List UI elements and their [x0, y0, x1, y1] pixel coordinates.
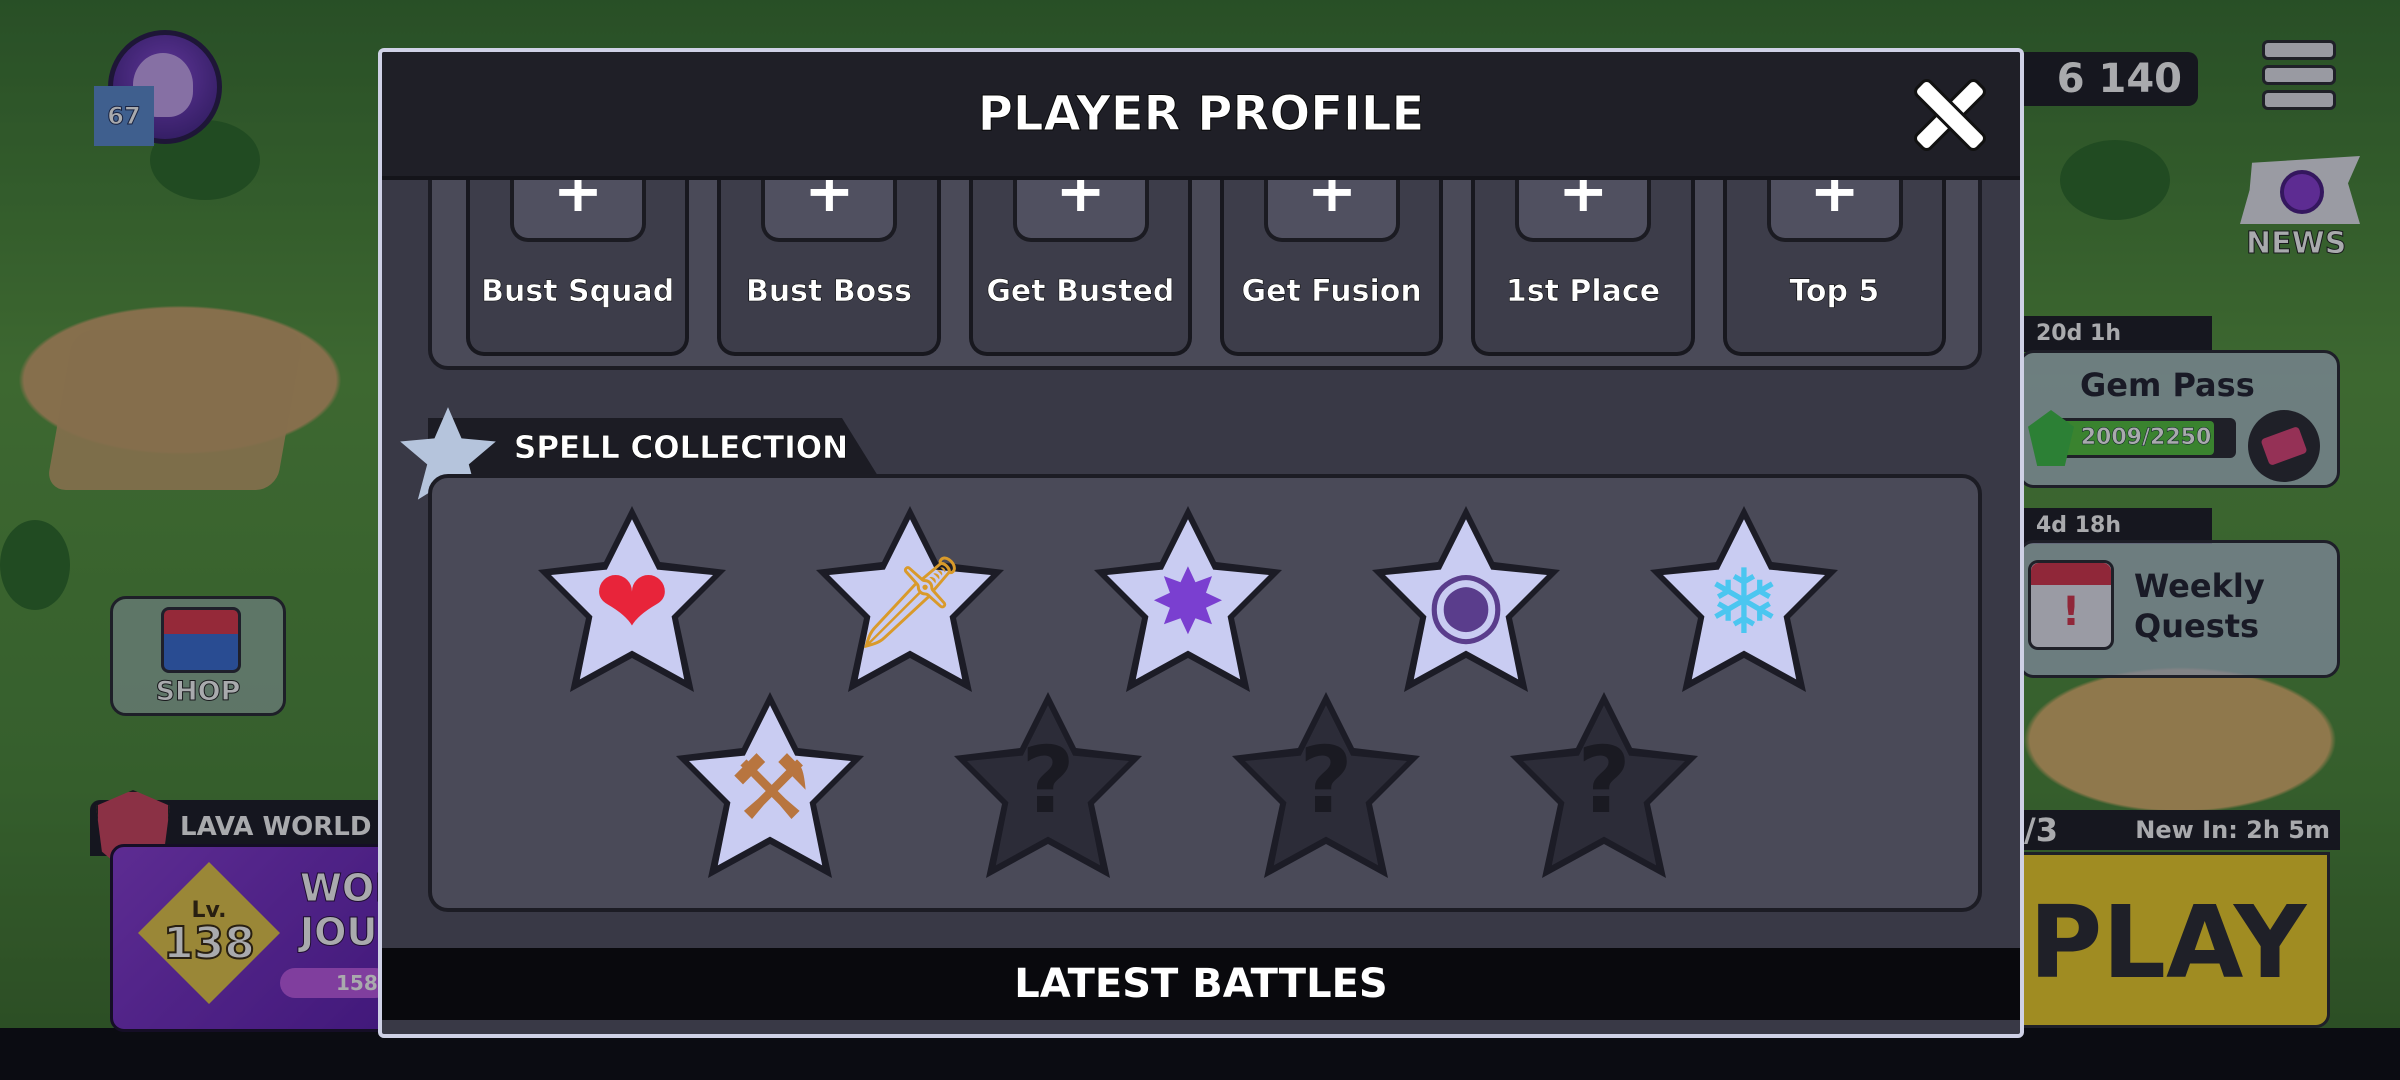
achievement-label: Get Fusion [1241, 274, 1422, 310]
achievement-label: Bust Squad [481, 274, 675, 310]
achievement-slot[interactable]: + Bust Squad [466, 156, 690, 356]
locked-spell-slot[interactable]: ? [1226, 688, 1426, 888]
achievement-label: Get Busted [986, 274, 1175, 310]
locked-spell-slot[interactable]: ? [948, 688, 1148, 888]
spell-collection-title: SPELL COLLECTION [514, 430, 849, 467]
achievement-label: Top 5 [1789, 274, 1880, 310]
achievements-row: + Bust Squad + Bust Boss + Get Busted + Get Fus… [466, 156, 1946, 376]
achievement-slot[interactable]: + Top 5 [1722, 156, 1946, 356]
achievement-slot[interactable]: + Get Fusion [1219, 156, 1444, 356]
freeze-spell-icon: ❄ [1706, 550, 1782, 655]
player-profile-modal: + Bust Squad + Bust Boss + Get Busted + Get Fus… [378, 48, 2024, 1038]
spell-slot[interactable]: 🗡 [810, 502, 1010, 702]
achievements-panel: + Bust Squad + Bust Boss + Get Busted + Get Fus… [428, 152, 1982, 370]
achievement-label: 1st Place [1505, 274, 1661, 310]
close-icon[interactable] [1914, 80, 1984, 150]
heal-spell-icon: ❤ [594, 550, 670, 655]
locked-spell-icon: ? [1299, 727, 1353, 834]
locked-spell-icon: ? [1021, 727, 1075, 834]
latest-battles-title: LATEST BATTLES [1014, 961, 1388, 1007]
spell-slot[interactable]: ✸ [1088, 502, 1288, 702]
spell-slot[interactable]: ◉ [1366, 502, 1566, 702]
sword-spell-icon: 🗡 [852, 550, 968, 655]
spell-slot[interactable]: ⚒ [670, 688, 870, 888]
locked-spell-slot[interactable]: ? [1504, 688, 1704, 888]
locked-spell-icon: ? [1577, 727, 1631, 834]
spell-collection-panel: ❤ 🗡 ✸ ◉ ❄ ⚒??? [428, 474, 1982, 912]
achievement-slot[interactable]: + Bust Boss [717, 156, 941, 356]
achievement-slot[interactable]: +1st Place [1471, 156, 1695, 356]
bomb-spell-icon: ✸ [1150, 550, 1226, 655]
cannon-spell-icon: ◉ [1426, 550, 1506, 655]
spell-slot[interactable]: ❄ [1644, 502, 1844, 702]
spell-slot[interactable]: ❤ [532, 502, 732, 702]
hammer-spell-icon: ⚒ [729, 736, 811, 841]
achievement-label: Bust Boss [745, 274, 913, 310]
achievement-slot[interactable]: + Get Busted [968, 156, 1192, 356]
modal-title: PLAYER PROFILE [977, 86, 1425, 143]
